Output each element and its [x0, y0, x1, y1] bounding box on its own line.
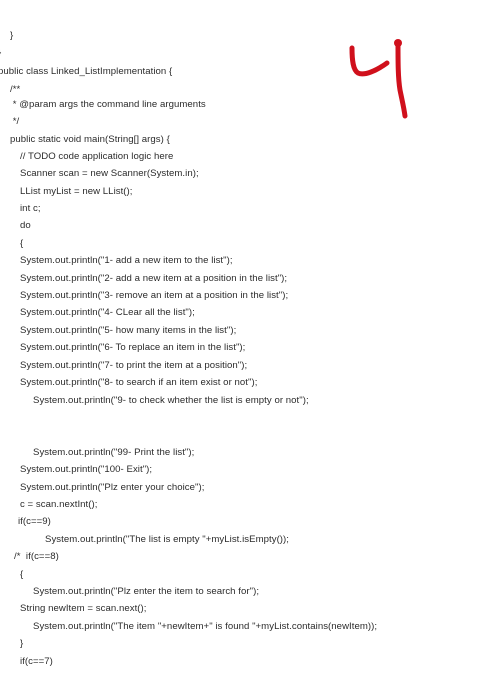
- code-line: System.out.println("6- To replace an ite…: [20, 342, 246, 353]
- code-line: Scanner scan = new Scanner(System.in);: [20, 168, 199, 179]
- code-line: System.out.println("Plz enter your choic…: [20, 482, 205, 493]
- main-method-declaration: public static void main(String[] args) {: [10, 134, 170, 145]
- class-declaration: public class Linked_ListImplementation {: [0, 66, 173, 77]
- code-line: String newItem = scan.next();: [20, 603, 147, 614]
- code-line: System.out.println("99- Print the list")…: [33, 447, 195, 458]
- code-line: }: [20, 638, 24, 649]
- code-line: System.out.println("7- to print the item…: [20, 360, 248, 371]
- code-line: System.out.println("5- how many items in…: [20, 325, 237, 336]
- code-line: }: [0, 47, 1, 59]
- handwritten-number-annotation: [349, 39, 408, 119]
- code-line: /**: [10, 84, 21, 95]
- code-line: do: [20, 220, 31, 231]
- code-line: if(c==7): [20, 656, 53, 667]
- code-line: int c;: [20, 203, 41, 214]
- code-line: System.out.println("8- to search if an i…: [20, 377, 258, 388]
- code-line: /* if(c==8): [14, 551, 59, 562]
- code-line: {: [20, 238, 24, 249]
- code-line: * @param args the command line arguments: [10, 99, 206, 110]
- code-line: System.out.println("The item "+newItem+"…: [33, 621, 378, 632]
- code-line: System.out.println("1- add a new item to…: [20, 255, 233, 266]
- code-line: c = scan.nextInt();: [20, 499, 98, 510]
- code-line: System.out.println("4- CLear all the lis…: [20, 307, 195, 318]
- code-line: // TODO code application logic here: [20, 151, 174, 162]
- code-line: System.out.println("9- to check whether …: [33, 395, 309, 406]
- code-line: System.out.println("2- add a new item at…: [20, 273, 288, 284]
- code-line: */: [10, 116, 20, 127]
- code-line: System.out.println("Plz enter the item t…: [33, 586, 260, 597]
- code-line: {: [20, 569, 24, 580]
- code-line: System.out.println("3- remove an item at…: [20, 290, 289, 301]
- code-line: System.out.println("The list is empty "+…: [45, 534, 290, 545]
- code-line: LList myList = new LList();: [20, 186, 133, 197]
- code-line: }: [10, 30, 14, 41]
- code-line: System.out.println("100- Exit");: [20, 464, 153, 475]
- code-line: if(c==9): [18, 516, 51, 527]
